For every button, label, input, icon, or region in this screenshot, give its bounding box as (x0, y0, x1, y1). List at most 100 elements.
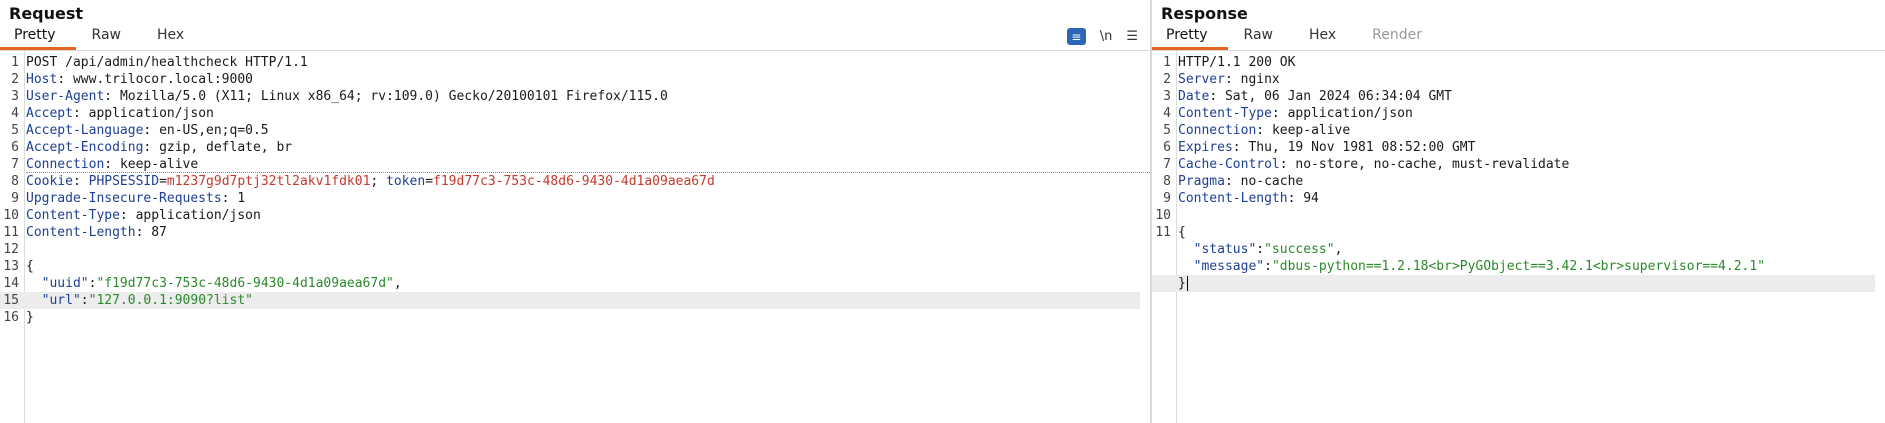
line-number: 11 (1155, 225, 1171, 240)
header-name: Accept-Language (26, 123, 144, 138)
line-number: 5 (11, 123, 19, 138)
line-number: 7 (1163, 157, 1171, 172)
header-name: Pragma (1178, 174, 1225, 189)
cookie-phpsessid-value: m1237g9d7ptj32tl2akv1fdk01 (166, 174, 371, 189)
line-number: 9 (1163, 191, 1171, 206)
json-key-uuid: "uuid" (41, 276, 89, 291)
line-number: 6 (1163, 140, 1171, 155)
line-number: 14 (3, 276, 19, 291)
header-name: Content-Type (1178, 106, 1272, 121)
response-tab-hex[interactable]: Hex (1293, 25, 1356, 50)
header-name: Accept (26, 106, 73, 121)
json-open-brace: { (26, 259, 34, 274)
response-title: Response (1161, 4, 1248, 23)
line-number: 7 (11, 157, 19, 172)
status-line: HTTP/1.1 200 OK (1178, 55, 1296, 70)
wrap-lines-icon[interactable]: ≡ (1066, 28, 1086, 45)
line-number: 16 (3, 310, 19, 325)
request-tabbar: Pretty Raw Hex ≡ \n ☰ (0, 25, 1150, 51)
json-value-message: "dbus-python==1.2.18<br>PyGObject==3.42.… (1271, 259, 1766, 274)
cookie-token-name: token (386, 174, 426, 189)
message-editor-split: Request Pretty Raw Hex ≡ \n ☰ 1 POST /api… (0, 0, 1885, 423)
line-number: 15 (3, 293, 19, 308)
header-name: Cache-Control (1178, 157, 1280, 172)
header-value: 1 (237, 191, 246, 206)
line-number: 2 (1163, 72, 1171, 87)
header-value: keep-alive (1271, 123, 1351, 138)
response-tab-pretty[interactable]: Pretty (1152, 25, 1228, 50)
request-line: POST /api/admin/healthcheck HTTP/1.1 (26, 55, 308, 70)
header-name: Content-Length (1178, 191, 1288, 206)
line-number: 3 (1163, 89, 1171, 104)
header-name: Content-Length (26, 225, 136, 240)
line-number: 3 (11, 89, 19, 104)
header-name: Connection (26, 157, 105, 172)
header-value: Thu, 19 Nov 1981 08:52:00 GMT (1248, 140, 1476, 155)
line-number: 8 (11, 174, 19, 189)
json-value-url: "127.0.0.1:9090?list" (88, 293, 253, 308)
header-value: gzip, deflate, br (159, 140, 293, 155)
request-tab-pretty[interactable]: Pretty (0, 25, 76, 50)
header-name: Upgrade-Insecure-Requests (26, 191, 222, 206)
line-number: 13 (3, 259, 19, 274)
header-value: en-US,en;q=0.5 (159, 123, 269, 138)
header-name: Host (26, 72, 58, 87)
line-number: 1 (1163, 55, 1171, 70)
line-number: 4 (1163, 106, 1171, 121)
json-key-url: "url" (41, 293, 81, 308)
show-newlines-button[interactable]: \n (1100, 29, 1113, 44)
request-title: Request (9, 4, 84, 23)
line-number: 10 (3, 208, 19, 223)
request-tab-raw[interactable]: Raw (76, 25, 141, 50)
request-toolbar: ≡ \n ☰ (1066, 28, 1138, 45)
response-tabbar: Pretty Raw Hex Render (1152, 25, 1885, 51)
header-name: Content-Type (26, 208, 120, 223)
current-line-highlight: 15 "url":"127.0.0.1:9090?list" (0, 292, 1140, 309)
header-value: Mozilla/5.0 (X11; Linux x86_64; rv:109.0… (119, 89, 668, 104)
header-value: nginx (1240, 72, 1280, 87)
line-number: 9 (11, 191, 19, 206)
menu-icon[interactable]: ☰ (1126, 29, 1138, 44)
json-close-brace: } (1178, 276, 1186, 291)
header-name: Connection (1178, 123, 1257, 138)
line-number: 2 (11, 72, 19, 87)
response-pane: Response Pretty Raw Hex Render 1 HTTP/1.1… (1152, 0, 1885, 423)
json-key-message: "message" (1193, 259, 1265, 274)
json-key-status: "status" (1193, 242, 1257, 257)
header-value: no-cache (1240, 174, 1304, 189)
header-value: application/json (135, 208, 261, 223)
response-tab-render[interactable]: Render (1356, 25, 1442, 50)
header-value: 94 (1303, 191, 1319, 206)
text-caret (1186, 276, 1188, 291)
line-number: 1 (11, 55, 19, 70)
header-value: application/json (88, 106, 214, 121)
line-number: 8 (1163, 174, 1171, 189)
line-number: 4 (11, 106, 19, 121)
response-tab-raw[interactable]: Raw (1228, 25, 1293, 50)
header-name: Accept-Encoding (26, 140, 144, 155)
line-number: 5 (1163, 123, 1171, 138)
line-number: 10 (1155, 208, 1171, 223)
line-number: 11 (3, 225, 19, 240)
json-value-status: "success" (1264, 242, 1335, 257)
header-name: Date (1178, 89, 1210, 104)
cookie-header-name: Cookie (26, 174, 73, 189)
request-tab-hex[interactable]: Hex (141, 25, 204, 50)
header-value: Sat, 06 Jan 2024 06:34:04 GMT (1224, 89, 1452, 104)
request-editor[interactable]: 1 POST /api/admin/healthcheck HTTP/1.1 2H… (0, 51, 1150, 423)
header-value: 87 (151, 225, 167, 240)
cookie-token-value: f19d77c3-753c-48d6-9430-4d1a09aea67d (433, 174, 715, 189)
header-name: Server (1178, 72, 1225, 87)
header-value: no-store, no-cache, must-revalidate (1295, 157, 1570, 172)
header-value: www.trilocor.local:9000 (72, 72, 253, 87)
json-close-brace: } (26, 310, 34, 325)
header-value: application/json (1287, 106, 1413, 121)
response-editor[interactable]: 1 HTTP/1.1 200 OK 2 Server: nginx 3 Date: S… (1152, 51, 1885, 423)
line-number: 12 (3, 242, 19, 257)
request-pane: Request Pretty Raw Hex ≡ \n ☰ 1 POST /api… (0, 0, 1152, 423)
current-line-highlight: } (1152, 275, 1875, 292)
cookie-phpsessid-name: PHPSESSID (88, 174, 160, 189)
header-name: User-Agent (26, 89, 105, 104)
header-name: Expires (1178, 140, 1233, 155)
json-open-brace: { (1178, 225, 1186, 240)
